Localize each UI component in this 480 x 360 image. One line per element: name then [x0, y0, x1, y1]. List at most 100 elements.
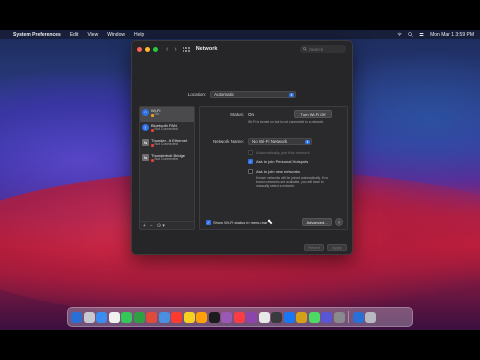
show-wifi-status-checkbox[interactable]: ✓ [206, 220, 211, 225]
dock-downloads-icon[interactable] [352, 311, 364, 323]
service-status: On [151, 113, 160, 117]
dock-app-icon[interactable] [121, 311, 132, 323]
auto-join-checkbox[interactable] [248, 150, 253, 155]
search-placeholder: Search [309, 46, 324, 52]
service-item-wifi[interactable]: ◠ Wi-Fi On [140, 107, 194, 122]
service-status: Not Connected [151, 128, 178, 132]
dock-app-icon[interactable] [258, 311, 270, 323]
menu-edit[interactable]: Edit [70, 32, 79, 38]
ask-new-networks-checkbox[interactable] [248, 169, 253, 174]
status-label: Status: [229, 112, 244, 117]
service-label: Bluetooth PAN Not Connected [151, 123, 178, 132]
window-titlebar[interactable]: ‹ › Network Search [132, 41, 352, 57]
chevron-updown-icon: ⇕ [289, 93, 295, 97]
control-center-icon[interactable] [419, 32, 424, 37]
menu-app-name[interactable]: System Preferences [13, 32, 61, 38]
remove-service-button[interactable]: − [150, 223, 153, 229]
menu-help[interactable]: Help [134, 32, 144, 38]
wifi-status-icon[interactable] [397, 32, 402, 37]
dock-app-icon[interactable] [221, 311, 232, 323]
add-service-button[interactable]: + [143, 223, 146, 229]
status-dot-red [151, 144, 154, 147]
ask-hotspots-checkbox[interactable]: ✓ [248, 159, 253, 164]
dock-separator [348, 311, 349, 323]
dock-app-icon[interactable] [158, 311, 170, 323]
service-label: Thunderbolt Bridge Not Connected [151, 153, 185, 162]
chevron-updown-icon: ⇕ [305, 140, 310, 144]
service-label: Thunder...lt Ethernet Not Connected [151, 138, 187, 147]
bridge-icon: ⇆ [142, 154, 149, 161]
status-dot-red [151, 129, 154, 132]
status-dot-red [151, 159, 154, 162]
menu-view[interactable]: View [87, 32, 98, 38]
status-area: Mon Mar 1 3:59 PM [397, 32, 474, 38]
mouse-cursor-icon: ⬉ [267, 219, 273, 226]
service-list-toolbar: + − ⊙ ▾ [140, 221, 194, 229]
dock-app-icon[interactable] [308, 311, 320, 323]
back-icon[interactable]: ‹ [166, 46, 168, 53]
show-wifi-status-label: Show Wi-Fi status in menu bar [213, 220, 268, 225]
window-controls [137, 46, 158, 52]
help-button[interactable]: ? [335, 218, 343, 226]
letterbox-bottom [0, 330, 480, 360]
forward-icon[interactable]: › [174, 46, 176, 53]
dock-app-icon[interactable] [183, 311, 195, 323]
status-description: Wi-Fi is turned on but is not connected … [248, 120, 325, 124]
dock-app-icon[interactable] [271, 311, 282, 323]
service-item-thunderbolt-ethernet[interactable]: ⇆ Thunder...lt Ethernet Not Connected [140, 137, 194, 152]
search-icon[interactable] [408, 32, 413, 37]
service-status-text: On [154, 112, 160, 117]
service-status: Not Connected [151, 158, 185, 162]
dock-app-icon[interactable] [108, 311, 120, 323]
ask-new-networks-label: Ask to join new networks [256, 169, 301, 174]
dock-app-icon[interactable] [283, 311, 295, 323]
dock-app-icon[interactable] [146, 311, 157, 323]
menu-bar: System Preferences Edit View Window Help… [0, 30, 480, 39]
search-field[interactable]: Search [300, 45, 346, 53]
status-value: On [248, 112, 255, 117]
dock-app-icon[interactable] [96, 311, 107, 323]
apply-button[interactable]: Apply [327, 244, 347, 251]
close-button[interactable] [137, 46, 142, 52]
dock-app-icon[interactable] [246, 311, 257, 323]
ask-hotspots-label: Ask to join Personal Hotspots [256, 159, 309, 164]
status-dot-orange [151, 114, 154, 117]
network-name-select[interactable]: No Wi-Fi Network ⇕ [248, 138, 312, 145]
zoom-button[interactable] [153, 46, 158, 52]
minimize-button[interactable] [145, 46, 150, 52]
service-status-text: Not Connected [154, 157, 178, 162]
window-title: Network [195, 46, 218, 52]
network-window: ‹ › Network Search Location: Automatic ⇕… [131, 40, 353, 255]
menu-window[interactable]: Window [107, 32, 125, 38]
dock-app-icon[interactable] [208, 311, 220, 323]
dock-app-icon[interactable] [133, 311, 145, 323]
show-all-grid-icon[interactable] [182, 46, 190, 52]
dock-app-icon[interactable] [71, 311, 82, 323]
ask-new-networks-description: Known networks will be joined automatica… [256, 176, 329, 189]
service-list: ◠ Wi-Fi On ᛒ Bluetooth PAN Not Connected… [139, 106, 195, 230]
service-status: Not Connected [151, 143, 187, 147]
service-status-text: Not Connected [154, 142, 178, 147]
dock-app-icon[interactable] [333, 311, 345, 323]
auto-join-label: Automatically join this network [256, 150, 310, 155]
dock-app-icon[interactable] [171, 311, 182, 323]
advanced-button[interactable]: Advanced... [302, 218, 332, 226]
service-item-bluetooth-pan[interactable]: ᛒ Bluetooth PAN Not Connected [140, 122, 194, 137]
service-actions-button[interactable]: ⊙ ▾ [157, 223, 165, 229]
bluetooth-icon: ᛒ [142, 124, 149, 131]
ethernet-icon: ⇆ [142, 139, 149, 146]
dock-app-icon[interactable] [296, 311, 307, 323]
dock-trash-icon[interactable] [365, 311, 376, 323]
revert-button[interactable]: Revert [304, 244, 324, 251]
menubar-clock[interactable]: Mon Mar 1 3:59 PM [430, 32, 474, 38]
location-row: Location: Automatic ⇕ [132, 91, 352, 98]
service-item-thunderbolt-bridge[interactable]: ⇆ Thunderbolt Bridge Not Connected [140, 152, 194, 167]
location-select[interactable]: Automatic ⇕ [210, 91, 297, 98]
dock-app-icon[interactable] [196, 311, 207, 323]
search-icon [303, 47, 307, 51]
dock-app-icon[interactable] [83, 311, 95, 323]
letterbox-top [0, 0, 480, 30]
turn-wifi-off-button[interactable]: Turn Wi-Fi Off [294, 110, 332, 118]
dock-app-icon[interactable] [321, 311, 332, 323]
dock-app-icon[interactable] [233, 311, 245, 323]
